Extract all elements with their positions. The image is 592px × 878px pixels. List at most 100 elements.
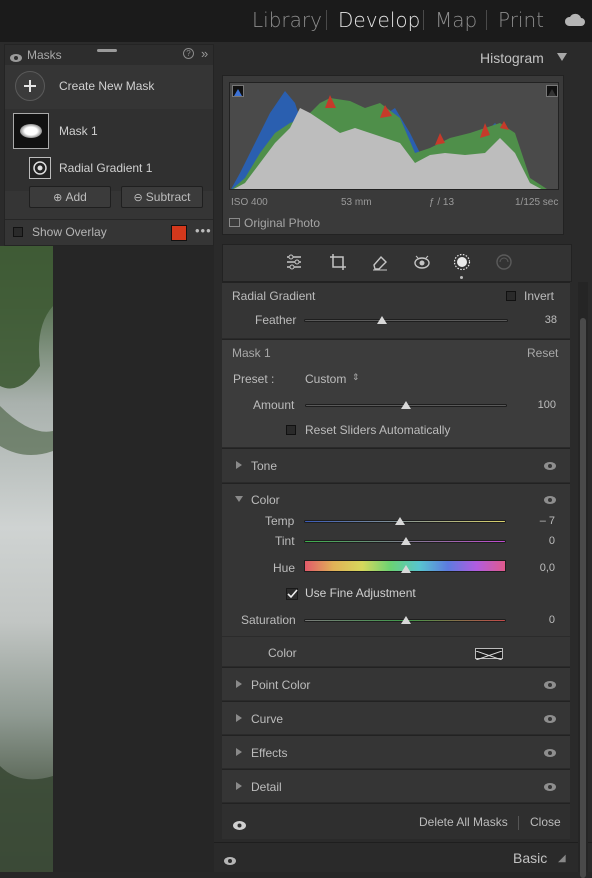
collapse-triangle-icon[interactable]: [235, 496, 243, 502]
highlight-clipping-icon[interactable]: [546, 85, 558, 97]
saturation-value[interactable]: 0: [515, 614, 555, 626]
visibility-eye-icon[interactable]: [233, 819, 246, 833]
close-button[interactable]: Close: [530, 815, 561, 829]
mask-thumbnail[interactable]: [13, 113, 49, 149]
detail-section[interactable]: Detail: [222, 769, 570, 802]
visibility-eye-icon[interactable]: [544, 715, 556, 723]
grip-icon[interactable]: ◢: [558, 853, 566, 864]
point-color-section[interactable]: Point Color: [222, 667, 570, 700]
tone-section[interactable]: Tone: [222, 448, 570, 482]
cloud-icon[interactable]: [564, 12, 586, 31]
basic-panel-header[interactable]: Basic ◢: [214, 842, 592, 872]
show-overlay-label: Show Overlay: [32, 225, 107, 239]
module-develop[interactable]: Develop: [338, 8, 420, 32]
curve-section[interactable]: Curve: [222, 701, 570, 734]
color-label[interactable]: Color: [251, 493, 280, 507]
effects-section[interactable]: Effects: [222, 735, 570, 768]
delete-all-masks-button[interactable]: Delete All Masks: [419, 815, 508, 829]
hue-slider-thumb[interactable]: [401, 565, 411, 573]
create-mask-button[interactable]: [15, 71, 45, 101]
point-color-label[interactable]: Point Color: [251, 678, 310, 692]
dropdown-arrows-icon[interactable]: ⇕: [352, 372, 360, 383]
radial-gradient-title: Radial Gradient: [232, 289, 316, 303]
module-separator: [423, 10, 424, 30]
expand-triangle-icon[interactable]: [236, 461, 242, 469]
original-photo-row: Original Photo: [223, 212, 565, 236]
shutter-speed: 1/125 sec: [515, 197, 559, 208]
temp-slider-track[interactable]: [304, 520, 506, 523]
temp-slider-thumb[interactable]: [395, 517, 405, 525]
drag-handle[interactable]: [97, 49, 117, 52]
amount-label: Amount: [253, 398, 295, 412]
reset-sliders-label: Reset Sliders Automatically: [305, 423, 451, 437]
temp-value[interactable]: – 7: [515, 515, 555, 527]
masking-icon[interactable]: [453, 253, 471, 274]
color-picker-swatch[interactable]: [475, 648, 503, 661]
hue-value[interactable]: 0,0: [515, 562, 555, 574]
temp-label: Temp: [265, 514, 295, 528]
histogram-graph[interactable]: [229, 82, 559, 190]
shadow-clipping-icon[interactable]: [232, 85, 244, 97]
expand-triangle-icon[interactable]: [236, 782, 242, 790]
basic-title[interactable]: Basic: [513, 850, 547, 866]
radial-gradient-icon[interactable]: [29, 157, 51, 179]
show-overlay-checkbox[interactable]: [13, 227, 23, 237]
invert-label: Invert: [524, 289, 555, 303]
original-photo-checkbox[interactable]: [229, 218, 240, 227]
tone-label[interactable]: Tone: [251, 459, 277, 473]
photo-preview[interactable]: [0, 246, 53, 872]
presets-icon[interactable]: [495, 253, 513, 274]
red-eye-icon[interactable]: [413, 253, 431, 274]
scrollbar-thumb[interactable]: [580, 318, 586, 878]
amount-slider-thumb[interactable]: [401, 401, 411, 409]
reset-button[interactable]: Reset: [527, 346, 558, 360]
expand-triangle-icon[interactable]: [236, 748, 242, 756]
panel-collapse-icon[interactable]: [557, 53, 567, 61]
amount-value[interactable]: 100: [516, 399, 556, 411]
saturation-label: Saturation: [241, 613, 296, 627]
overlay-color-swatch[interactable]: [171, 225, 187, 241]
subtract-button[interactable]: ⊖ Subtract: [121, 186, 203, 208]
detail-label[interactable]: Detail: [251, 780, 282, 794]
effects-label[interactable]: Effects: [251, 746, 287, 760]
radial-gradient-1-label[interactable]: Radial Gradient 1: [59, 161, 152, 175]
divider: [518, 816, 519, 830]
module-print[interactable]: Print: [498, 8, 544, 32]
mask-1-label[interactable]: Mask 1: [59, 124, 98, 138]
invert-checkbox[interactable]: [506, 291, 516, 301]
preset-dropdown[interactable]: Custom: [305, 372, 346, 386]
tint-value[interactable]: 0: [515, 535, 555, 547]
more-options-icon[interactable]: •••: [195, 223, 212, 238]
feather-slider-thumb[interactable]: [376, 316, 387, 324]
create-new-mask-label[interactable]: Create New Mask: [59, 79, 154, 93]
feather-value[interactable]: 38: [517, 314, 557, 326]
help-icon[interactable]: ?: [183, 48, 194, 59]
curve-label[interactable]: Curve: [251, 712, 283, 726]
visibility-eye-icon[interactable]: [544, 749, 556, 757]
visibility-eye-icon[interactable]: [544, 681, 556, 689]
mask-settings-section: Mask 1 Reset Preset : Custom ⇕ Amount 10…: [222, 339, 570, 447]
visibility-eye-icon[interactable]: [544, 496, 556, 504]
crop-icon[interactable]: [329, 253, 347, 274]
healing-eraser-icon[interactable]: [371, 253, 389, 274]
visibility-eye-icon[interactable]: [10, 51, 22, 65]
edit-sliders-icon[interactable]: [285, 253, 303, 274]
reset-sliders-checkbox[interactable]: [286, 425, 296, 435]
module-map[interactable]: Map: [435, 8, 477, 32]
mask-footer: Delete All Masks Close: [222, 803, 570, 839]
histogram-title[interactable]: Histogram: [480, 50, 544, 66]
collapse-icon[interactable]: »: [201, 46, 208, 61]
color-swatch-label: Color: [268, 646, 297, 660]
module-library[interactable]: Library: [252, 8, 322, 32]
tint-slider-thumb[interactable]: [401, 537, 411, 545]
fine-adjustment-checkbox[interactable]: [286, 588, 298, 600]
saturation-slider-thumb[interactable]: [401, 616, 411, 624]
add-button[interactable]: ⊕ Add: [29, 186, 111, 208]
expand-triangle-icon[interactable]: [236, 714, 242, 722]
mask-list: Mask 1 Radial Gradient 1: [5, 109, 213, 191]
visibility-eye-icon[interactable]: [544, 783, 556, 791]
feather-slider-track[interactable]: [304, 319, 508, 322]
visibility-eye-icon[interactable]: [544, 462, 556, 470]
expand-triangle-icon[interactable]: [236, 680, 242, 688]
visibility-eye-icon[interactable]: [224, 854, 236, 868]
